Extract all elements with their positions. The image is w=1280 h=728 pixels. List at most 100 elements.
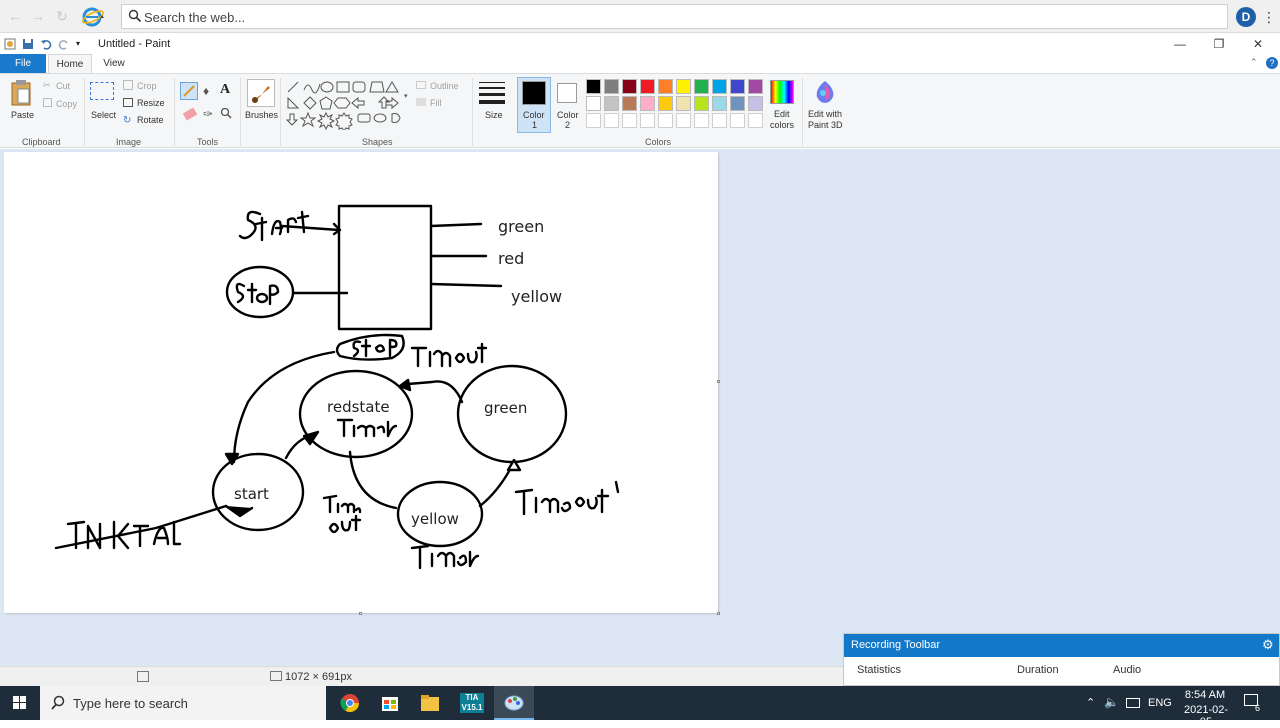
chrome-icon[interactable]	[330, 686, 370, 720]
help-icon[interactable]: ?	[1266, 57, 1278, 69]
palette-swatch[interactable]	[658, 79, 673, 94]
tab-file[interactable]: File	[0, 54, 46, 73]
palette-swatch[interactable]	[676, 96, 691, 111]
minimize-icon[interactable]: —	[1170, 36, 1190, 52]
hw-stop-p	[268, 284, 280, 306]
text-icon[interactable]: A	[220, 82, 230, 98]
shapes-gallery[interactable]	[285, 80, 406, 133]
palette-swatch[interactable]	[640, 96, 655, 111]
internet-explorer-icon[interactable]	[82, 6, 106, 28]
brushes-label[interactable]: Brushes	[245, 110, 278, 120]
eraser-icon[interactable]	[182, 107, 198, 121]
palette-swatch-empty[interactable]	[748, 113, 763, 128]
save-icon[interactable]	[22, 38, 34, 50]
paste-label[interactable]: Paste	[11, 110, 34, 120]
store-icon[interactable]	[370, 686, 410, 720]
palette-swatch-empty[interactable]	[712, 113, 727, 128]
tia-portal-icon[interactable]: TIA V15.1	[452, 686, 492, 720]
refresh-icon[interactable]: ↻	[52, 6, 72, 26]
paste-icon[interactable]	[10, 79, 32, 110]
palette-swatch[interactable]	[622, 79, 637, 94]
back-icon[interactable]: ←	[5, 6, 25, 26]
pencil-icon[interactable]	[180, 82, 198, 100]
magnifier-icon[interactable]	[220, 107, 232, 122]
palette-swatch[interactable]	[622, 96, 637, 111]
copy-button[interactable]: Copy	[56, 99, 77, 109]
crop-button[interactable]: Crop	[137, 81, 157, 91]
edit-colors-icon[interactable]	[770, 80, 794, 104]
palette-swatch[interactable]	[676, 79, 691, 94]
paint3d-icon[interactable]	[813, 79, 837, 108]
palette-swatch-empty[interactable]	[586, 113, 601, 128]
color-picker-icon[interactable]: ✑	[203, 107, 213, 121]
select-label[interactable]: Select	[91, 110, 116, 120]
windows-start-icon[interactable]	[0, 686, 40, 720]
size-label[interactable]: Size	[485, 110, 503, 120]
palette-swatch[interactable]	[694, 79, 709, 94]
palette-swatch-empty[interactable]	[730, 113, 745, 128]
edit-colors-line1[interactable]: Edit	[774, 109, 790, 119]
forward-icon[interactable]: →	[28, 6, 48, 26]
palette-swatch-empty[interactable]	[640, 113, 655, 128]
palette-swatch[interactable]	[658, 96, 673, 111]
volume-icon[interactable]: 🔈	[1104, 695, 1119, 709]
customize-qat-icon[interactable]: ▾	[76, 38, 84, 50]
paint3d-line2[interactable]: Paint 3D	[808, 120, 843, 130]
drawing-canvas[interactable]: green red yellow redstate green start ye…	[4, 152, 718, 613]
group-shapes-label: Shapes	[362, 137, 393, 147]
color2-swatch[interactable]	[557, 83, 577, 103]
profile-icon[interactable]: D	[1236, 7, 1256, 27]
fill-button[interactable]: Fill	[430, 98, 442, 108]
shapes-more-icon[interactable]: ▾	[404, 92, 408, 100]
tray-chevron-icon[interactable]: ⌃	[1086, 696, 1095, 709]
palette-swatch[interactable]	[730, 79, 745, 94]
resize-button[interactable]: Resize	[137, 98, 165, 108]
battery-icon[interactable]	[1126, 698, 1140, 708]
resize-handle-corner[interactable]	[717, 612, 720, 615]
outline-button[interactable]: Outline	[430, 81, 459, 91]
edit-colors-line2[interactable]: colors	[770, 120, 794, 130]
clock-time[interactable]: 8:54 AM	[1180, 689, 1230, 701]
brushes-icon[interactable]	[247, 79, 275, 107]
browser-search-input[interactable]: Search the web...	[121, 4, 1228, 29]
palette-swatch-empty[interactable]	[622, 113, 637, 128]
palette-swatch[interactable]	[748, 79, 763, 94]
redo-icon[interactable]	[58, 38, 70, 50]
language-indicator[interactable]: ENG	[1148, 697, 1172, 709]
palette-swatch[interactable]	[712, 96, 727, 111]
collapse-ribbon-icon[interactable]: ⌃	[1250, 57, 1258, 68]
clock-date[interactable]: 2021-02-05	[1178, 704, 1234, 728]
close-icon[interactable]: ✕	[1248, 36, 1268, 52]
tab-home[interactable]: Home	[48, 54, 92, 73]
palette-swatch-empty[interactable]	[694, 113, 709, 128]
palette-swatch-empty[interactable]	[604, 113, 619, 128]
palette-swatch[interactable]	[640, 79, 655, 94]
fill-icon[interactable]: ♦	[203, 84, 209, 98]
palette-swatch[interactable]	[748, 96, 763, 111]
maximize-icon[interactable]: ❐	[1209, 36, 1229, 52]
palette-swatch[interactable]	[604, 96, 619, 111]
select-icon[interactable]	[90, 82, 114, 100]
palette-swatch-empty[interactable]	[658, 113, 673, 128]
resize-handle-bottom[interactable]	[359, 612, 362, 615]
resize-handle-right[interactable]	[717, 380, 720, 383]
palette-swatch[interactable]	[604, 79, 619, 94]
palette-swatch[interactable]	[586, 79, 601, 94]
cut-button[interactable]: Cut	[56, 81, 70, 91]
palette-swatch-empty[interactable]	[676, 113, 691, 128]
palette-swatch[interactable]	[586, 96, 601, 111]
rotate-button[interactable]: Rotate	[137, 115, 164, 125]
paint-taskbar-icon[interactable]	[494, 686, 534, 720]
size-icon[interactable]	[478, 80, 506, 107]
taskbar-search-input[interactable]: Type here to search	[40, 686, 326, 720]
paint3d-line1[interactable]: Edit with	[808, 109, 842, 119]
more-menu-icon[interactable]: ⋮	[1262, 7, 1276, 27]
color2-label[interactable]: Color	[557, 110, 579, 120]
palette-swatch[interactable]	[712, 79, 727, 94]
file-explorer-icon[interactable]	[410, 686, 450, 720]
tab-view[interactable]: View	[96, 54, 132, 73]
palette-swatch[interactable]	[730, 96, 745, 111]
palette-swatch[interactable]	[694, 96, 709, 111]
gear-icon[interactable]: ⚙	[1262, 638, 1276, 652]
undo-icon[interactable]	[40, 38, 52, 50]
